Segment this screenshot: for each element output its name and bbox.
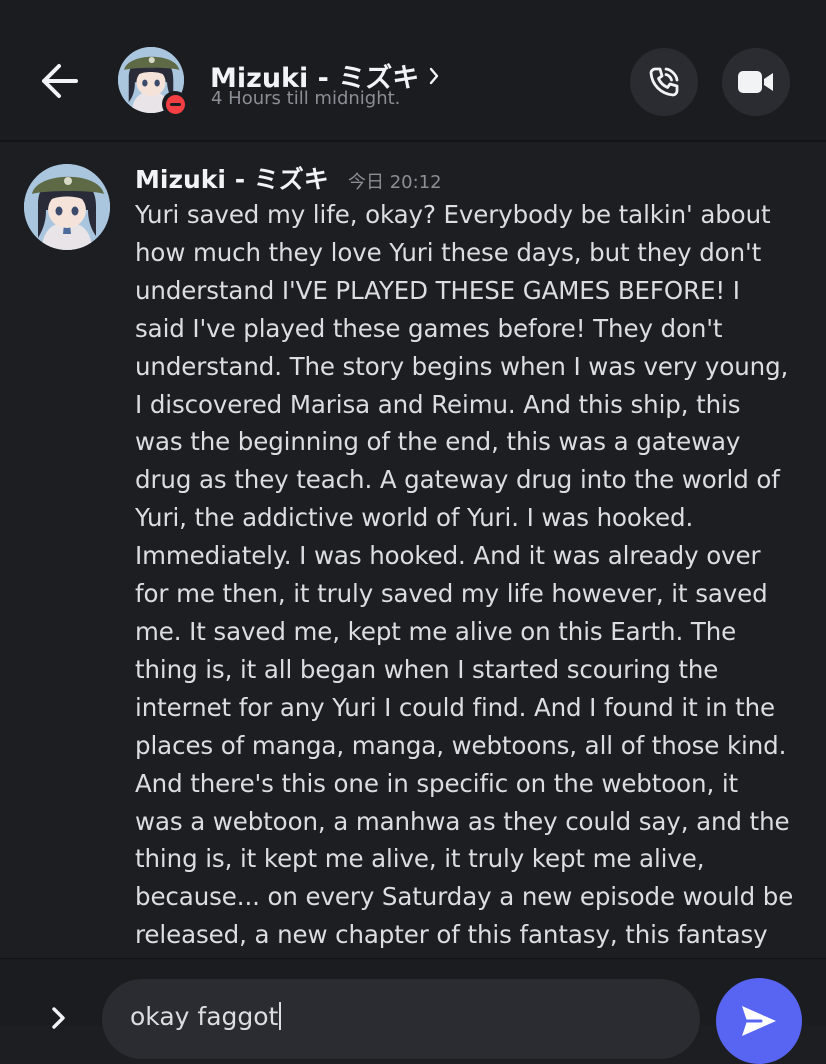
message-line: how much they love Yuri these days, but … bbox=[135, 237, 762, 267]
video-call-button[interactable] bbox=[722, 48, 790, 116]
expand-actions-button[interactable] bbox=[44, 1003, 74, 1033]
video-camera-icon bbox=[738, 71, 773, 93]
arrow-left-icon bbox=[42, 64, 78, 98]
chevron-right-icon bbox=[52, 1007, 65, 1029]
message-line: released, a new chapter of this fantasy,… bbox=[135, 920, 768, 950]
message-line: me. It saved me, kept me alive on this E… bbox=[135, 616, 737, 646]
dm-header: Mizuki - ミズキ 4 Hours till midnight. bbox=[0, 0, 826, 142]
message-line: thing is, it all began when I started sc… bbox=[135, 654, 719, 684]
message-line: And there's this one in specific on the … bbox=[135, 768, 739, 798]
message-line: Immediately. I was hooked. And it was al… bbox=[135, 541, 761, 571]
message-input-value: okay faggot bbox=[130, 1002, 282, 1031]
text-caret bbox=[279, 1002, 282, 1030]
message-composer: okay faggot bbox=[0, 958, 826, 1064]
message-line: was a webtoon, a manhwa as they could sa… bbox=[135, 806, 790, 836]
message-line: internet for any Yuri I could find. And … bbox=[135, 692, 776, 722]
chevron-right-icon bbox=[430, 67, 439, 84]
message-timestamp: 今日 20:12 bbox=[348, 172, 442, 193]
message-avatar[interactable] bbox=[24, 164, 110, 250]
back-button[interactable] bbox=[34, 58, 84, 104]
message-line: Yuri, the addictive world of Yuri. I was… bbox=[135, 503, 694, 533]
dnd-status-icon bbox=[162, 91, 188, 117]
phone-call-icon bbox=[649, 67, 679, 97]
message-line: was the beginning of the end, this was a… bbox=[135, 427, 741, 457]
message-input[interactable]: okay faggot bbox=[102, 979, 781, 1062]
message-content: Yuri saved my life, okay? Everybody be t… bbox=[135, 196, 803, 954]
message-line: for me then, it truly saved my life howe… bbox=[135, 579, 768, 609]
send-arrow-icon bbox=[742, 1006, 776, 1036]
message-line: thing is, it kept me alive, it truly kep… bbox=[135, 844, 705, 874]
voice-call-button[interactable] bbox=[630, 48, 698, 116]
header-avatar[interactable] bbox=[118, 47, 188, 117]
message-line: understand. The story begins when I was … bbox=[135, 351, 789, 381]
message-line: I discovered Marisa and Reimu. And this … bbox=[135, 389, 741, 419]
message-line: said I've played these games before! The… bbox=[135, 313, 723, 343]
message-line: places of manga, manga, webtoons, all of… bbox=[135, 730, 787, 760]
message-line: because... on every Saturday a new episo… bbox=[135, 882, 794, 912]
send-button[interactable] bbox=[716, 978, 802, 1064]
header-status-text: 4 Hours till midnight. bbox=[211, 88, 401, 109]
message-line: understand I'VE PLAYED THESE GAMES BEFOR… bbox=[135, 275, 740, 305]
message-line: drug as they teach. A gateway drug into … bbox=[135, 465, 780, 495]
message-author[interactable]: Mizuki - ミズキ bbox=[135, 160, 329, 196]
message-line: Yuri saved my life, okay? Everybody be t… bbox=[135, 200, 771, 229]
